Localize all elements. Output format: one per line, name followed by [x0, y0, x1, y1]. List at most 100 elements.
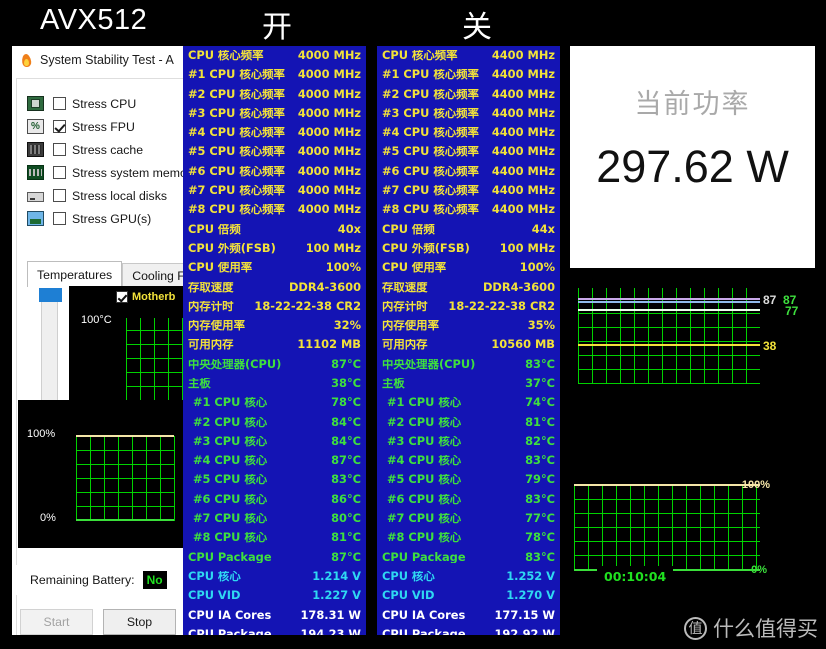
sensor-key: CPU 核心 — [382, 571, 435, 582]
sensor-value: 83°C — [525, 359, 555, 370]
sensor-column-avx-off: CPU 核心频率4400 MHz #1 CPU 核心频率 4400 MHz #2 CP… — [377, 46, 560, 635]
stress-cpu-label: Stress CPU — [72, 97, 136, 111]
sensor-value: 194.23 W — [301, 629, 362, 635]
right-usage-grid — [574, 486, 760, 570]
sensor-key: #5 CPU 核心频率 — [382, 146, 479, 157]
sensor-value: 178.31 W — [301, 610, 362, 621]
sensor-row: CPU 核心频率4400 MHz — [377, 46, 560, 65]
sensor-value: 86°C — [331, 494, 361, 505]
right-usage-trace-100 — [574, 484, 760, 486]
sensor-row: 内存计时18-22-22-38 CR2 — [377, 297, 560, 316]
sensor-value: 74°C — [525, 397, 555, 408]
stress-disks-checkbox[interactable] — [53, 189, 66, 202]
sensor-key: 中央处理器(CPU) — [188, 359, 281, 370]
watermark-badge: 值 — [684, 617, 707, 640]
window-footer: Start Stop — [12, 600, 184, 649]
stress-option-memory[interactable]: Stress system memo — [27, 162, 184, 183]
sensor-key: #4 CPU 核心频率 — [382, 127, 479, 138]
sensor-value: 77°C — [525, 513, 555, 524]
sensor-value: 4400 MHz — [492, 146, 555, 157]
sensor-value: 81°C — [525, 417, 555, 428]
sensor-row: #1 CPU 核心 74°C — [377, 393, 560, 412]
tab-temperatures[interactable]: Temperatures — [27, 261, 122, 287]
stress-fpu-label: Stress FPU — [72, 120, 135, 134]
sensor-key: 内存使用率 — [188, 320, 245, 331]
sensor-key: #2 CPU 核心频率 — [382, 89, 479, 100]
sensor-value: 37°C — [525, 378, 555, 389]
tab-cooling-fans[interactable]: Cooling F — [122, 263, 184, 287]
usage-graph-bottom-axis: 0% — [40, 512, 56, 524]
sensor-row: CPU 倍频44x — [377, 220, 560, 239]
sensor-key: #4 CPU 核心频率 — [188, 127, 285, 138]
sensor-value: 100 MHz — [306, 243, 361, 254]
tab-bar: Temperatures Cooling F — [27, 261, 184, 287]
stress-option-cpu[interactable]: Stress CPU — [27, 93, 184, 114]
right-temp-trace-mb — [578, 344, 760, 346]
sensor-key: 存取速度 — [382, 282, 428, 293]
stress-option-cache[interactable]: Stress cache — [27, 139, 184, 160]
graph-scrollbar-thumb[interactable] — [39, 288, 62, 302]
sensor-key: #3 CPU 核心频率 — [382, 108, 479, 119]
sensor-row: 内存使用率35% — [377, 316, 560, 335]
stress-cache-checkbox[interactable] — [53, 143, 66, 156]
stress-cpu-checkbox[interactable] — [53, 97, 66, 110]
sensor-row: CPU Package83°C — [377, 548, 560, 567]
sensor-key: #3 CPU 核心频率 — [188, 108, 285, 119]
stress-disks-label: Stress local disks — [72, 189, 167, 203]
stress-memory-checkbox[interactable] — [53, 166, 66, 179]
sensor-key: #6 CPU 核心频率 — [382, 166, 479, 177]
sensor-row: CPU 核心频率4000 MHz — [183, 46, 366, 65]
sensor-value: 32% — [334, 320, 361, 331]
motherboard-checkbox[interactable] — [116, 291, 128, 303]
sensor-value: 4000 MHz — [298, 185, 361, 196]
sensor-value: 11102 MB — [297, 339, 361, 350]
window-titlebar: System Stability Test - A — [12, 46, 184, 74]
sensor-value: 83°C — [525, 494, 555, 505]
sensor-row: #1 CPU 核心频率4000 MHz — [183, 65, 366, 84]
stop-button[interactable]: Stop — [103, 609, 176, 635]
right-temp-trace-package — [578, 301, 760, 303]
hard-disk-icon — [27, 192, 44, 202]
sensor-value: 4000 MHz — [298, 69, 361, 80]
header-band: AVX512 开 关 — [0, 0, 826, 46]
sensor-key: CPU Package — [188, 552, 272, 563]
sensor-key: 主板 — [188, 378, 211, 389]
start-button[interactable]: Start — [20, 609, 93, 635]
sensor-value: 82°C — [525, 436, 555, 447]
motherboard-series-toggle[interactable]: Motherb — [116, 291, 175, 303]
sensor-key: #1 CPU 核心 — [382, 397, 461, 408]
right-panel: 当前功率 297.62 W 87 87 77 38 100% 0% — [570, 46, 815, 635]
sensor-value: 87°C — [331, 552, 361, 563]
sensor-key: #3 CPU 核心 — [382, 436, 461, 447]
sensor-value: 87°C — [331, 455, 361, 466]
power-title: 当前功率 — [570, 82, 815, 121]
sensor-row: #6 CPU 核心86°C — [183, 490, 366, 509]
sensor-key: CPU Package — [382, 629, 466, 635]
sensor-key: #1 CPU 核心频率 — [382, 69, 479, 80]
stress-option-gpu[interactable]: Stress GPU(s) — [27, 208, 184, 229]
sensor-key: #7 CPU 核心 — [382, 513, 461, 524]
sensor-value: 81°C — [331, 532, 361, 543]
sensor-key: #7 CPU 核心频率 — [188, 185, 285, 196]
fpu-percent-icon: % — [27, 119, 44, 134]
sensor-row: 内存使用率 32% — [183, 316, 366, 335]
sensor-key: CPU 倍频 — [382, 224, 435, 235]
sensor-key: 内存计时 — [382, 301, 428, 312]
header-off-label: 关 — [462, 2, 492, 46]
sensor-row: #5 CPU 核心频率4000 MHz — [183, 142, 366, 161]
sensor-value: 4400 MHz — [492, 127, 555, 138]
sensor-row: #7 CPU 核心频率4400 MHz — [377, 181, 560, 200]
right-temp-label-3: 38 — [763, 339, 776, 353]
header-avx-label: AVX512 — [40, 4, 147, 37]
stress-option-fpu[interactable]: % Stress FPU — [27, 116, 184, 137]
stress-fpu-checkbox[interactable] — [53, 120, 66, 133]
gpu-card-icon — [27, 211, 44, 226]
sensor-value: 84°C — [331, 417, 361, 428]
sensor-key: 内存使用率 — [382, 320, 439, 331]
stress-gpu-checkbox[interactable] — [53, 212, 66, 225]
stress-option-disks[interactable]: Stress local disks — [27, 185, 184, 206]
sensor-key: #8 CPU 核心 — [188, 532, 267, 543]
sensor-row: #8 CPU 核心78°C — [377, 528, 560, 547]
sensor-row: CPU 核心1.214 V — [183, 567, 366, 586]
sensor-column-avx-on: CPU 核心频率4000 MHz#1 CPU 核心频率4000 MHz#2 CP… — [183, 46, 366, 635]
